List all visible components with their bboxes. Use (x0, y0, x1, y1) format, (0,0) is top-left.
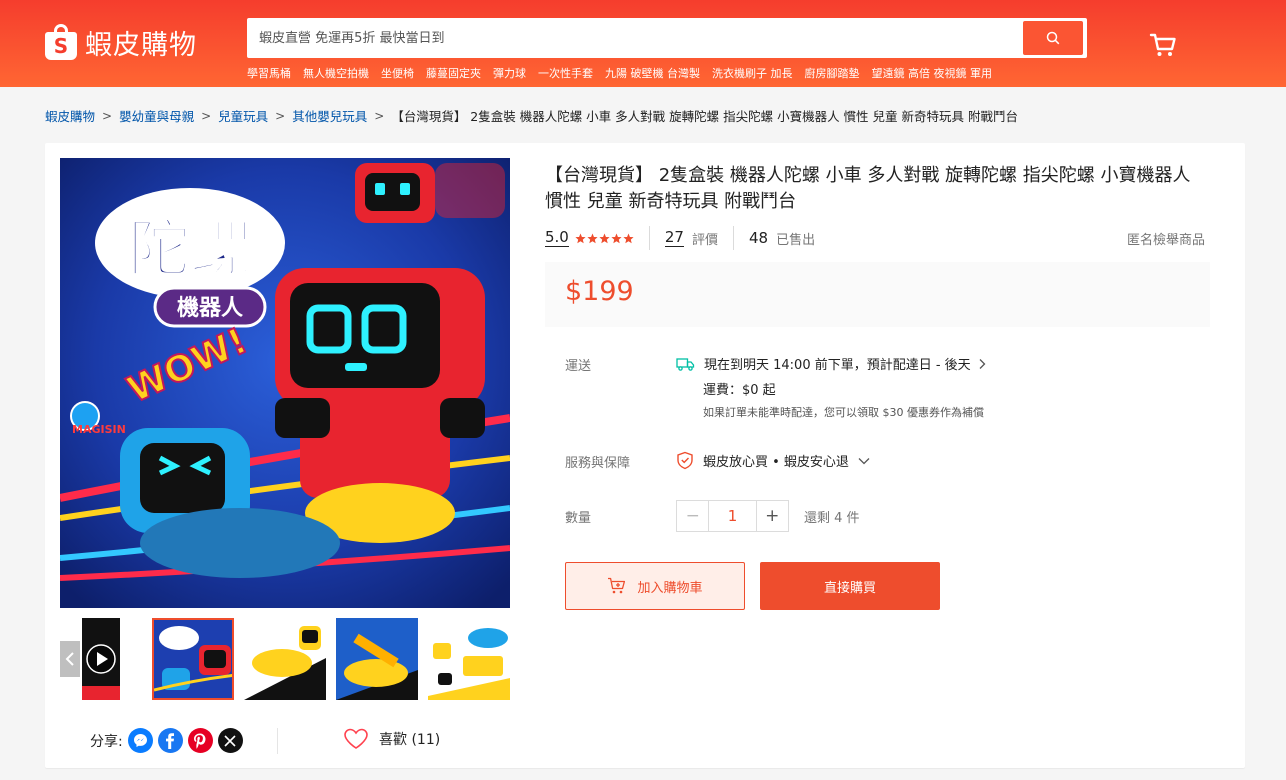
svg-text:陀螺: 陀螺 (128, 212, 252, 285)
shipping-fee: 運費：$0 起 (703, 383, 776, 398)
chevron-right-icon: > (201, 108, 212, 123)
guarantee-dropdown[interactable]: 蝦皮放心買 • 蝦皮安心退 (676, 451, 870, 470)
product-title: 【台灣現貨】 2隻盒裝 機器人陀螺 小車 多人對戰 旋轉陀螺 指尖陀螺 小寶機器… (545, 165, 1191, 212)
breadcrumb-current: 【台灣現貨】 2隻盒裝 機器人陀螺 小車 多人對戰 旋轉陀螺 指尖陀螺 小寶機器… (391, 109, 1018, 124)
price-box: $199 (545, 262, 1210, 327)
chevron-right-icon (979, 358, 986, 369)
svg-text:MAGISIN: MAGISIN (72, 423, 126, 436)
truck-icon (676, 357, 695, 371)
search-button[interactable] (1023, 21, 1083, 55)
hot-link[interactable]: 洗衣機刷子 加長 (712, 65, 793, 81)
buy-now-button[interactable]: 直接購買 (760, 562, 940, 610)
chevron-right-icon: > (102, 108, 113, 123)
like-button[interactable]: 喜歡 (11) (343, 728, 440, 750)
shopee-logo[interactable]: S 蝦皮購物 (45, 22, 197, 62)
x-twitter-icon[interactable] (217, 728, 243, 753)
star-icon (611, 233, 622, 243)
thumbnail-strip (60, 618, 510, 700)
shopping-bag-icon: S (45, 24, 77, 60)
rating-row: 5.0 27 評價 48 已售出 匿名檢舉商品 (545, 226, 1205, 250)
quantity-label: 數量 (565, 511, 592, 526)
hot-link[interactable]: 坐便椅 (381, 65, 414, 81)
hot-link[interactable]: 學習馬桶 (247, 65, 291, 81)
quantity-decrease-button[interactable]: − (677, 501, 708, 531)
thumbnail-image[interactable] (336, 618, 418, 700)
product-main-image[interactable]: 陀螺 機器人 WOW! MAGISIN (60, 158, 510, 608)
sold-label: 已售出 (776, 232, 816, 248)
rating-divider (732, 226, 734, 250)
hot-link[interactable]: 九陽 破壁機 台灣製 (605, 65, 700, 81)
add-cart-icon (608, 577, 626, 594)
hot-link[interactable]: 一次性手套 (538, 65, 593, 81)
svg-text:機器人: 機器人 (177, 296, 243, 321)
hot-link[interactable]: 廚房腳踏墊 (805, 65, 860, 81)
rating-stars (575, 233, 634, 244)
facebook-icon[interactable] (157, 728, 183, 753)
like-count: 喜歡 (11) (379, 732, 441, 748)
breadcrumb-link[interactable]: 蝦皮購物 (45, 106, 95, 125)
reviews-label: 評價 (691, 232, 718, 248)
add-to-cart-button[interactable]: 加入購物車 (565, 562, 745, 610)
quantity-stepper: − 1 + (676, 500, 789, 532)
thumbnail-image[interactable] (428, 618, 510, 700)
messenger-icon[interactable] (127, 728, 153, 753)
chevron-right-icon: > (374, 108, 385, 123)
star-icon (599, 233, 610, 243)
product-price: $199 (565, 276, 634, 307)
breadcrumb: 蝦皮購物 > 嬰幼童與母親 > 兒童玩具 > 其他嬰兒玩具 > 【台灣現貨】 2… (45, 106, 1018, 125)
star-icon (587, 233, 598, 243)
breadcrumb-link[interactable]: 兒童玩具 (218, 106, 268, 125)
heart-icon (344, 728, 368, 749)
top-header: S 蝦皮購物 學習馬桶 無人機空拍機 坐便椅 藤蔓固定夾 彈力球 一次性手套 九… (0, 0, 1286, 87)
quantity-input[interactable]: 1 (708, 501, 757, 531)
chevron-left-icon (65, 652, 74, 666)
shipping-estimate[interactable]: 現在到明天 14:00 前下單，預計配達日 - 後天 (676, 354, 986, 373)
quantity-increase-button[interactable]: + (757, 501, 788, 531)
add-to-cart-label: 加入購物車 (637, 580, 703, 596)
chevron-right-icon: > (275, 108, 286, 123)
hot-search-links: 學習馬桶 無人機空拍機 坐便椅 藤蔓固定夾 彈力球 一次性手套 九陽 破壁機 台… (247, 65, 1004, 81)
thumbnail-prev-button[interactable] (60, 641, 80, 677)
hot-link[interactable]: 無人機空拍機 (303, 65, 369, 81)
shield-check-icon (677, 451, 693, 470)
rating-divider (648, 226, 650, 250)
chevron-down-icon (858, 457, 870, 464)
sold-count: 48 (748, 229, 769, 247)
thumbnail-image[interactable] (152, 618, 234, 700)
logo-text: 蝦皮購物 (85, 29, 197, 61)
breadcrumb-link[interactable]: 嬰幼童與母親 (119, 106, 194, 125)
star-icon (575, 233, 586, 243)
star-icon (623, 233, 634, 243)
shipping-guarantee-note: 如果訂單未能準時配達，您可以領取 $30 優惠券作為補償 (703, 406, 984, 419)
shipping-label: 運送 (565, 359, 592, 374)
thumbnail-image[interactable] (244, 618, 326, 700)
hot-link[interactable]: 藤蔓固定夾 (426, 65, 481, 81)
search-input[interactable] (247, 18, 1017, 58)
reviews-count[interactable]: 27 (664, 229, 684, 247)
stock-remaining: 還剩 4 件 (804, 511, 860, 526)
pinterest-icon[interactable] (187, 728, 213, 753)
share-divider (277, 728, 278, 754)
search-bar (247, 18, 1087, 58)
share-label: 分享: (90, 733, 123, 750)
hot-link[interactable]: 望遠鏡 高倍 夜視鏡 軍用 (872, 65, 993, 81)
search-icon (1046, 31, 1060, 45)
guarantee-text: 蝦皮放心買 • 蝦皮安心退 (703, 455, 849, 470)
report-link[interactable]: 匿名檢舉商品 (1127, 229, 1205, 248)
cart-icon[interactable] (1148, 30, 1178, 60)
shipping-line-1: 現在到明天 14:00 前下單，預計配達日 - 後天 (704, 358, 971, 373)
share-row: 分享: (90, 728, 243, 753)
guarantee-label: 服務與保障 (565, 456, 631, 471)
rating-value[interactable]: 5.0 (545, 229, 569, 247)
hot-link[interactable]: 彈力球 (493, 65, 526, 81)
breadcrumb-link[interactable]: 其他嬰兒玩具 (292, 106, 367, 125)
